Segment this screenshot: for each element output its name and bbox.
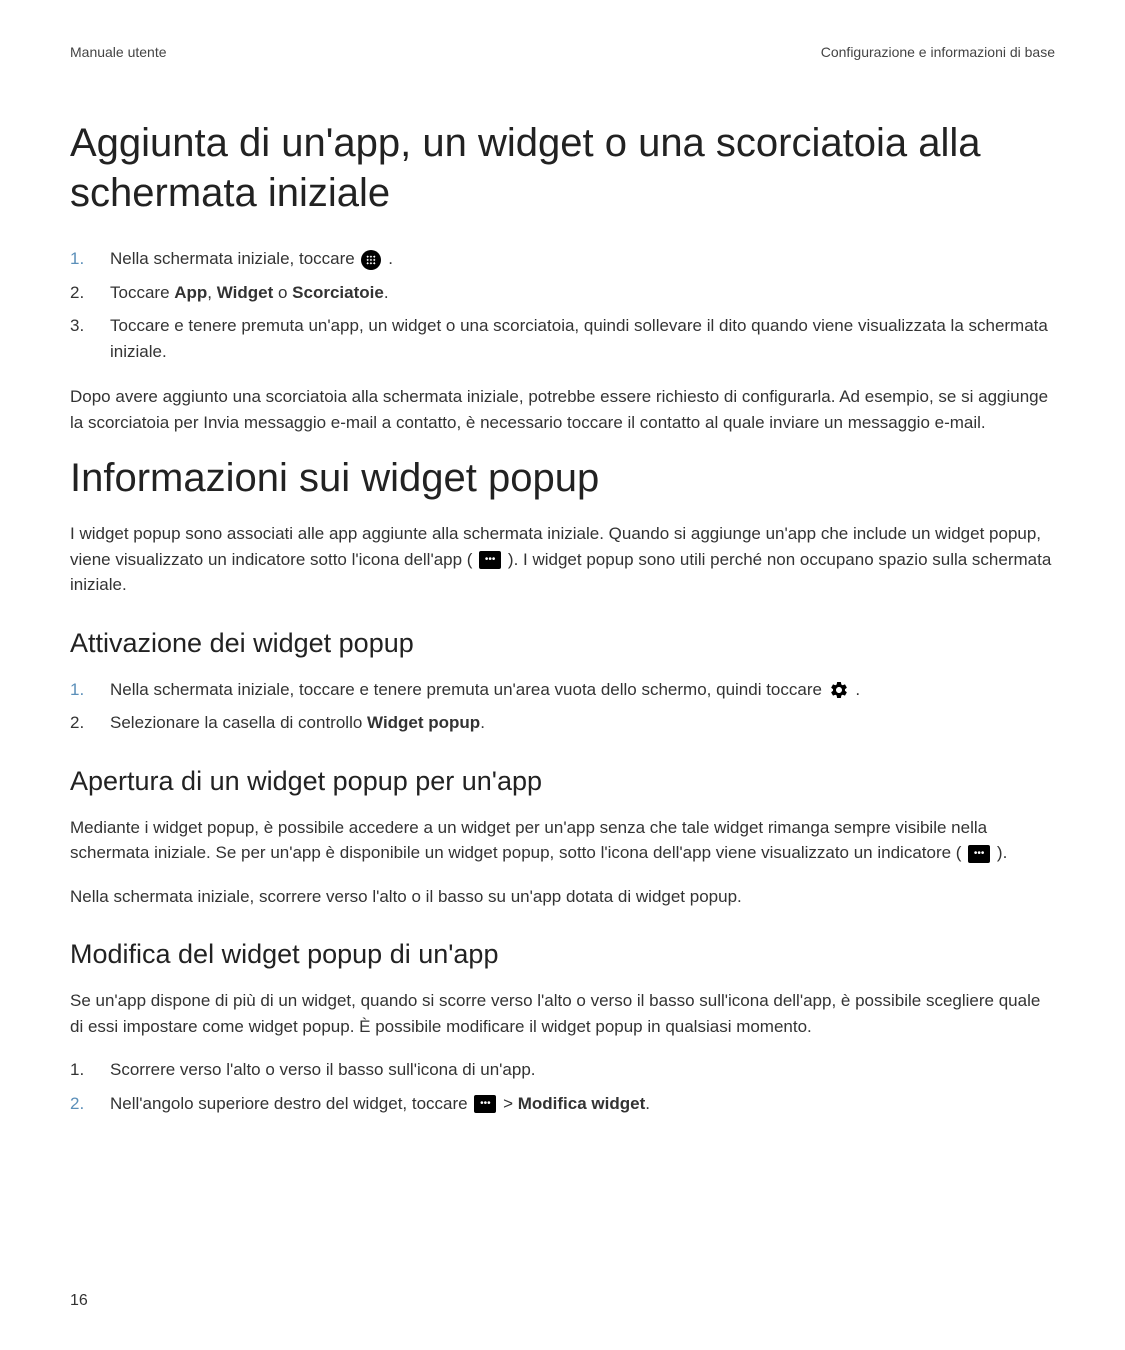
- section1-paragraph: Dopo avere aggiunto una scorciatoia alla…: [70, 384, 1055, 435]
- gear-icon: [829, 680, 849, 700]
- section1-steps: 1. Nella schermata iniziale, toccare . 2…: [70, 246, 1055, 364]
- step-number: 2.: [70, 710, 110, 736]
- step-content: Selezionare la casella di controllo Widg…: [110, 710, 1055, 736]
- step-content: Toccare e tenere premuta un'app, un widg…: [110, 313, 1055, 364]
- sub1-steps: 1. Nella schermata iniziale, toccare e t…: [70, 677, 1055, 736]
- section1-title: Aggiunta di un'app, un widget o una scor…: [70, 118, 1055, 218]
- step-number: 2.: [70, 1091, 110, 1117]
- step-number: 1.: [70, 1057, 110, 1083]
- sub3-title: Modifica del widget popup di un'app: [70, 939, 1055, 970]
- more-dots-icon: [968, 845, 990, 863]
- apps-grid-icon: [361, 250, 381, 270]
- list-item: 1. Scorrere verso l'alto o verso il bass…: [70, 1057, 1055, 1083]
- sub3-p: Se un'app dispone di più di un widget, q…: [70, 988, 1055, 1039]
- list-item: 2. Nell'angolo superiore destro del widg…: [70, 1091, 1055, 1117]
- header-left: Manuale utente: [70, 44, 167, 60]
- step-content: Nell'angolo superiore destro del widget,…: [110, 1091, 1055, 1117]
- list-item: 1. Nella schermata iniziale, toccare .: [70, 246, 1055, 272]
- step-number: 2.: [70, 280, 110, 306]
- section2-title: Informazioni sui widget popup: [70, 453, 1055, 503]
- list-item: 3. Toccare e tenere premuta un'app, un w…: [70, 313, 1055, 364]
- page-header: Manuale utente Configurazione e informaz…: [70, 44, 1055, 60]
- sub2-title: Apertura di un widget popup per un'app: [70, 766, 1055, 797]
- header-right: Configurazione e informazioni di base: [821, 44, 1055, 60]
- step-number: 1.: [70, 677, 110, 703]
- sub2-p2: Nella schermata iniziale, scorrere verso…: [70, 884, 1055, 910]
- list-item: 2. Selezionare la casella di controllo W…: [70, 710, 1055, 736]
- step-content: Toccare App, Widget o Scorciatoie.: [110, 280, 1055, 306]
- section2-intro: I widget popup sono associati alle app a…: [70, 521, 1055, 598]
- step-content: Nella schermata iniziale, toccare .: [110, 246, 1055, 272]
- more-dots-icon: [474, 1095, 496, 1113]
- sub3-steps: 1. Scorrere verso l'alto o verso il bass…: [70, 1057, 1055, 1116]
- more-dots-icon: [479, 551, 501, 569]
- step-number: 1.: [70, 246, 110, 272]
- step-content: Nella schermata iniziale, toccare e tene…: [110, 677, 1055, 703]
- step-number: 3.: [70, 313, 110, 339]
- list-item: 2. Toccare App, Widget o Scorciatoie.: [70, 280, 1055, 306]
- list-item: 1. Nella schermata iniziale, toccare e t…: [70, 677, 1055, 703]
- page-number: 16: [70, 1292, 88, 1310]
- sub2-p1: Mediante i widget popup, è possibile acc…: [70, 815, 1055, 866]
- step-content: Scorrere verso l'alto o verso il basso s…: [110, 1057, 1055, 1083]
- sub1-title: Attivazione dei widget popup: [70, 628, 1055, 659]
